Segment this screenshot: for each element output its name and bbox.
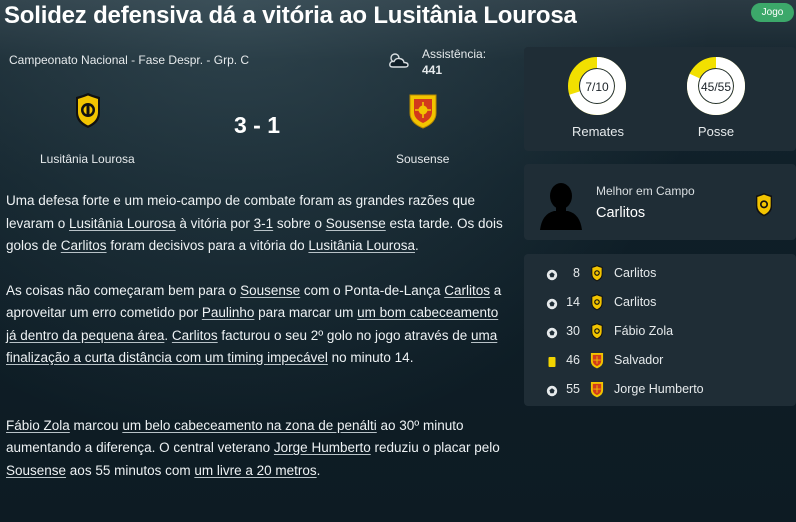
shots-label: Remates — [571, 124, 625, 139]
article-link[interactable]: Jorge Humberto — [274, 440, 371, 455]
ball-icon — [546, 297, 558, 310]
article-link[interactable]: Paulinho — [202, 305, 255, 320]
event-player-name[interactable]: Carlitos — [614, 295, 656, 309]
motm-team-crest-icon — [756, 193, 772, 217]
article-text: foram decisivos para a vitória do — [106, 238, 309, 253]
home-team-crest-icon — [590, 265, 604, 282]
event-row[interactable]: 30 Fábio Zola — [524, 318, 796, 346]
page-title: Solidez defensiva dá a vitória ao Lusitâ… — [4, 2, 577, 29]
ball-icon — [546, 326, 558, 339]
article-text: para marcar um — [254, 305, 358, 320]
motm-player-name[interactable]: Carlitos — [596, 205, 645, 221]
event-minute: 46 — [566, 353, 580, 367]
shots-value: 7/10 — [585, 80, 609, 94]
article-link[interactable]: Fábio Zola — [6, 418, 70, 433]
event-minute: 8 — [573, 266, 580, 280]
event-player-name[interactable]: Fábio Zola — [614, 324, 673, 338]
motm-label: Melhor em Campo — [596, 184, 695, 198]
event-minute: 30 — [566, 324, 580, 338]
article-text: As coisas não começaram bem para o — [6, 282, 241, 298]
cloudy-weather-icon — [389, 53, 409, 68]
event-minute: 55 — [566, 382, 580, 396]
event-row[interactable]: 14 Carlitos — [524, 289, 796, 317]
article-paragraph: Fábio Zola marcou um belo cabeceamento n… — [6, 415, 511, 483]
article-text: marcou — [69, 417, 123, 433]
away-team-name[interactable]: Sousense — [396, 152, 449, 166]
article-link[interactable]: Carlitos — [61, 238, 107, 253]
article-text: . — [164, 327, 172, 343]
article-text: sobre o — [273, 215, 326, 231]
match-tag-button[interactable]: Jogo — [751, 3, 794, 22]
article-link[interactable]: um belo cabeceamento na zona de penálti — [122, 418, 376, 433]
article-text: no minuto 14. — [327, 350, 414, 365]
article-text: . — [316, 462, 321, 478]
match-report-article: Uma defesa forte e um meio-campo de comb… — [6, 190, 511, 482]
event-minute: 14 — [566, 295, 580, 309]
event-player-name[interactable]: Carlitos — [614, 266, 656, 280]
home-team-crest-icon — [590, 323, 604, 340]
article-text: aos 55 minutos com — [66, 462, 195, 478]
yellow-card-icon — [546, 355, 558, 367]
article-link[interactable]: Sousense — [240, 283, 300, 298]
ball-icon — [546, 384, 558, 397]
possession-label: Posse — [697, 124, 735, 139]
article-text: facturou o seu 2º golo no jogo através d… — [217, 327, 472, 343]
event-row[interactable]: 8 Carlitos — [524, 260, 796, 288]
event-player-name[interactable]: Jorge Humberto — [614, 382, 704, 396]
ball-icon — [546, 268, 558, 281]
away-team-crest-icon[interactable] — [408, 93, 438, 129]
match-score: 3 - 1 — [234, 112, 281, 138]
event-row[interactable]: 46 Salvador — [524, 347, 796, 375]
player-silhouette-avatar — [540, 183, 582, 230]
article-paragraph: Uma defesa forte e um meio-campo de comb… — [6, 190, 511, 258]
event-row[interactable]: 55 Jorge Humberto — [524, 376, 796, 404]
home-team-name[interactable]: Lusitânia Lourosa — [40, 152, 135, 166]
article-link[interactable]: Carlitos — [444, 283, 490, 298]
event-player-name[interactable]: Salvador — [614, 353, 663, 367]
article-link[interactable]: Lusitânia Lourosa — [69, 216, 176, 231]
article-paragraph: As coisas não começaram bem para o Souse… — [6, 280, 511, 370]
home-team-crest-icon[interactable] — [73, 93, 103, 129]
article-link[interactable]: Sousense — [6, 463, 66, 478]
article-text: . — [414, 238, 419, 253]
away-team-crest-icon — [590, 352, 604, 369]
article-text: com o Ponta-de-Lança — [300, 282, 445, 298]
article-link[interactable]: Sousense — [326, 216, 386, 231]
article-link[interactable]: Carlitos — [172, 328, 218, 343]
attendance-label: Assistência: — [422, 47, 487, 61]
article-link[interactable]: um livre a 20 metros — [194, 463, 316, 478]
home-team-crest-icon — [590, 294, 604, 311]
article-text: reduziu o placar pelo — [370, 440, 500, 455]
possession-value: 45/55 — [700, 80, 732, 94]
article-link[interactable]: Lusitânia Lourosa — [308, 238, 415, 253]
away-team-crest-icon — [590, 381, 604, 398]
attendance-value: 441 — [422, 63, 443, 77]
article-text: à vitória por — [175, 215, 254, 231]
article-link[interactable]: 3-1 — [254, 216, 274, 231]
competition-name[interactable]: Campeonato Nacional - Fase Despr. - Grp.… — [9, 53, 249, 67]
